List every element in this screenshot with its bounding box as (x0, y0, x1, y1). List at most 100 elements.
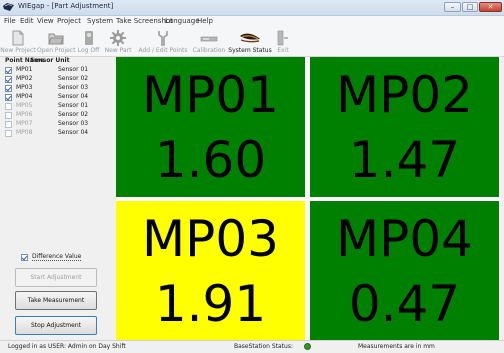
tile-mp01: MP01 1.60 (116, 57, 305, 197)
point-row-mp08[interactable]: MP08 Sensor 04 (5, 129, 110, 138)
calibration-bar-icon (200, 36, 218, 42)
point-name: MP07 (16, 120, 33, 127)
open-project-label: Open Project (37, 47, 76, 54)
point-row-mp07[interactable]: MP07 Sensor 03 (5, 120, 110, 129)
exit-button[interactable]: Exit (274, 28, 292, 56)
menu-view[interactable]: View (37, 17, 54, 25)
sensor-unit: Sensor 01 (58, 102, 89, 109)
menu-language[interactable]: Language (165, 17, 200, 25)
sensor-unit: Sensor 02 (58, 75, 89, 82)
point-row-mp03[interactable]: MP03 Sensor 03 (5, 84, 110, 93)
sensor-unit: Sensor 03 (58, 120, 89, 127)
point-row-mp02[interactable]: MP02 Sensor 02 (5, 75, 110, 84)
point-name: MP06 (16, 111, 33, 118)
calibration-button[interactable]: Calibration (192, 28, 226, 56)
window-title: WIEgap - [Part Adjustment] (18, 2, 114, 10)
probe-icon (158, 31, 168, 46)
point-checkbox[interactable] (5, 85, 12, 92)
basestation-status-indicator-icon (304, 343, 311, 350)
maximize-button[interactable]: □ (462, 2, 478, 12)
point-name: MP02 (16, 75, 33, 82)
point-checkbox[interactable] (5, 130, 12, 137)
stop-adjustment-button[interactable]: Stop Adjustment (15, 316, 97, 335)
difference-value-toggle[interactable]: Difference Value (21, 253, 111, 263)
difference-value-checkbox[interactable] (21, 254, 28, 261)
exit-door-icon (277, 30, 288, 46)
point-name: MP04 (16, 93, 33, 100)
tile-point-name: MP04 (336, 210, 473, 268)
point-row-mp01[interactable]: MP01 Sensor 01 (5, 66, 110, 75)
measurement-units-text: Measurements are in mm (358, 343, 435, 350)
difference-value-label: Difference Value (32, 253, 82, 261)
point-name: MP03 (16, 84, 33, 91)
maximize-icon: □ (466, 3, 474, 11)
log-off-button[interactable]: Log Off (76, 28, 101, 56)
menu-system[interactable]: System (87, 17, 113, 25)
minimize-icon: – (450, 3, 455, 11)
sensor-unit: Sensor 01 (58, 66, 89, 73)
menu-edit[interactable]: Edit (20, 17, 34, 25)
tile-point-name: MP03 (142, 210, 279, 268)
new-document-icon (12, 30, 24, 46)
app-logo-icon (3, 3, 14, 11)
take-measurement-button[interactable]: Take Measurement (15, 291, 97, 310)
close-button[interactable]: ✕ (479, 2, 502, 12)
tile-mp03: MP03 1.91 (116, 201, 305, 341)
title-bar: WIEgap - [Part Adjustment] – □ ✕ (0, 0, 504, 16)
measurement-grid: MP01 1.60 MP02 1.47 MP03 1.91 MP04 0.47 (116, 57, 501, 341)
open-folder-icon (48, 33, 64, 45)
sensor-unit-header: Sensor Unit (30, 57, 70, 64)
new-part-label: New Part (104, 47, 132, 54)
tile-value: 0.47 (348, 275, 461, 333)
tile-value: 1.47 (348, 131, 461, 189)
measurement-points-panel: Point Name Sensor Unit MP01 Sensor 01 MP… (0, 57, 113, 338)
point-checkbox[interactable] (5, 112, 12, 119)
point-name: MP05 (16, 102, 33, 109)
toolbar: New Project Open Project Log Off New Par… (0, 28, 504, 57)
tile-mp04: MP04 0.47 (310, 201, 499, 341)
point-name: MP08 (16, 129, 33, 136)
sensor-unit: Sensor 04 (58, 93, 89, 100)
gear-icon (110, 30, 126, 46)
tile-point-name: MP02 (336, 66, 473, 124)
menu-project[interactable]: Project (57, 17, 81, 25)
tile-mp02: MP02 1.47 (310, 57, 499, 197)
feather-status-icon (240, 33, 260, 43)
sensor-unit: Sensor 02 (58, 111, 89, 118)
system-status-button[interactable]: System Status (228, 28, 272, 56)
tile-value: 1.91 (154, 275, 267, 333)
point-checkbox[interactable] (5, 103, 12, 110)
point-checkbox[interactable] (5, 76, 12, 83)
new-part-button[interactable]: New Part (102, 28, 134, 56)
calibration-label: Calibration (192, 47, 226, 54)
system-status-label: System Status (228, 47, 272, 54)
point-checkbox[interactable] (5, 67, 12, 74)
new-project-button[interactable]: New Project (0, 28, 36, 56)
menu-bar: File Edit View Project System Take Scree… (0, 16, 504, 28)
sensor-unit: Sensor 04 (58, 129, 89, 136)
point-row-mp05[interactable]: MP05 Sensor 01 (5, 102, 110, 111)
menu-help[interactable]: Help (197, 17, 213, 25)
status-bar: Logged in as USER: Admin on Day Shift Ba… (0, 340, 504, 353)
sensor-unit: Sensor 03 (58, 84, 89, 91)
add-edit-points-label: Add / Edit Points (138, 47, 188, 54)
application-window: WIEgap - [Part Adjustment] – □ ✕ File Ed… (0, 0, 504, 353)
start-adjustment-button[interactable]: Start Adjustment (15, 268, 97, 287)
tile-point-name: MP01 (142, 66, 279, 124)
point-checkbox[interactable] (5, 121, 12, 128)
point-name: MP01 (16, 66, 33, 73)
point-checkbox[interactable] (5, 94, 12, 101)
log-off-label: Log Off (77, 47, 100, 54)
new-project-label: New Project (0, 47, 36, 54)
tile-value: 1.60 (154, 131, 267, 189)
close-icon: ✕ (487, 3, 494, 11)
open-project-button[interactable]: Open Project (37, 28, 75, 56)
point-row-mp04[interactable]: MP04 Sensor 04 (5, 93, 110, 102)
add-edit-points-button[interactable]: Add / Edit Points (135, 28, 191, 56)
point-row-mp06[interactable]: MP06 Sensor 02 (5, 111, 110, 120)
menu-file[interactable]: File (4, 17, 16, 25)
user-logoff-icon (84, 31, 93, 45)
minimize-button[interactable]: – (444, 2, 461, 12)
logged-in-user-text: Logged in as USER: Admin on Day Shift (8, 343, 126, 350)
exit-label: Exit (277, 47, 289, 54)
